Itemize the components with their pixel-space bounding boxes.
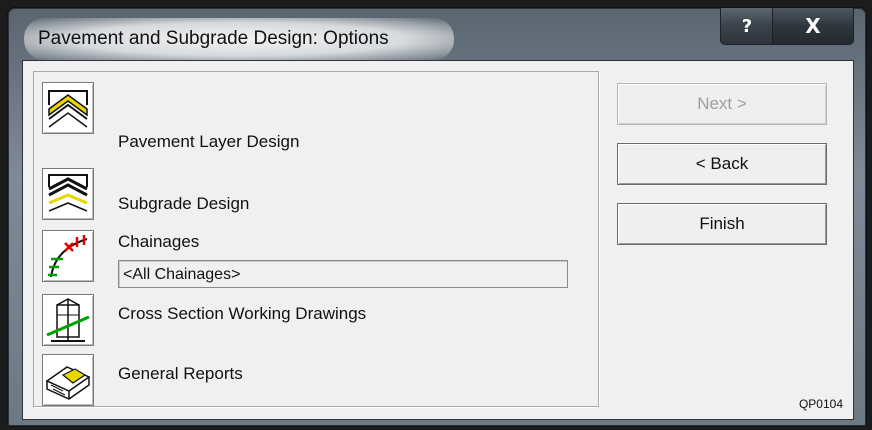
- screen-code: QP0104: [798, 397, 843, 411]
- chainages-input[interactable]: <All Chainages>: [118, 260, 568, 288]
- subgrade-icon[interactable]: [42, 168, 94, 220]
- dialog-client-area: Pavement Layer Design Subgrade Design Ch…: [22, 60, 854, 420]
- option-general-reports[interactable]: General Reports: [118, 364, 243, 384]
- next-button[interactable]: Next >: [617, 83, 827, 125]
- help-button[interactable]: ?: [720, 8, 774, 45]
- pavement-layer-icon[interactable]: [42, 82, 94, 134]
- window-title: Pavement and Subgrade Design: Options: [38, 28, 389, 49]
- cross-section-icon[interactable]: [42, 294, 94, 346]
- dialog-window: Pavement and Subgrade Design: Options ? …: [8, 8, 866, 426]
- close-button[interactable]: X: [772, 8, 854, 45]
- options-group: Pavement Layer Design Subgrade Design Ch…: [33, 71, 599, 407]
- option-subgrade-design[interactable]: Subgrade Design: [118, 194, 249, 214]
- title-bar[interactable]: Pavement and Subgrade Design: Options ? …: [8, 8, 866, 62]
- chainages-icon[interactable]: [42, 230, 94, 282]
- option-chainages[interactable]: Chainages: [118, 232, 199, 252]
- finish-button[interactable]: Finish: [617, 203, 827, 245]
- option-pavement-layer-design[interactable]: Pavement Layer Design: [118, 132, 299, 152]
- back-button[interactable]: < Back: [617, 143, 827, 185]
- general-reports-icon[interactable]: [42, 354, 94, 406]
- option-cross-section-working-drawings[interactable]: Cross Section Working Drawings: [118, 304, 366, 324]
